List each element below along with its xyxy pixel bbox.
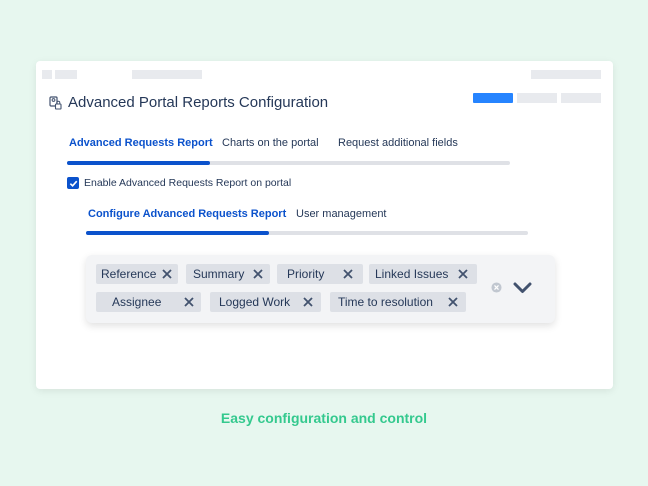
checkmark-icon [69, 180, 77, 187]
report-lock-icon [49, 95, 62, 110]
chip-label: Logged Work [219, 295, 291, 309]
chip-label: Reference [101, 267, 157, 281]
primary-action-button[interactable] [473, 93, 513, 103]
skeleton-bar [132, 70, 202, 79]
chip-priority: Priority [277, 264, 363, 284]
tab-configure-report[interactable]: Configure Advanced Requests Report [88, 208, 286, 220]
close-icon[interactable] [253, 269, 263, 279]
skeleton-bar [55, 70, 77, 79]
chip-label: Assignee [112, 295, 162, 309]
close-icon[interactable] [162, 269, 172, 279]
chip-label: Summary [193, 267, 245, 281]
enable-report-label: Enable Advanced Requests Report on porta… [84, 177, 292, 189]
skeleton-bar [531, 70, 601, 79]
chip-assignee: Assignee [96, 292, 201, 312]
chip-label: Time to resolution [338, 295, 433, 309]
chip-summary: Summary [186, 264, 270, 284]
tab-request-additional-fields[interactable]: Request additional fields [338, 137, 458, 149]
close-icon[interactable] [184, 297, 194, 307]
tab-charts-on-portal[interactable]: Charts on the portal [222, 137, 319, 149]
secondary-action-button[interactable] [561, 93, 601, 103]
chip-label: Linked Issues [375, 267, 449, 281]
close-icon[interactable] [343, 269, 353, 279]
tab-track [67, 161, 510, 165]
page-header: Advanced Portal Reports Configuration [48, 94, 328, 111]
chip-reference: Reference [96, 264, 178, 284]
chevron-down-icon[interactable] [513, 282, 532, 294]
main-tabs: Advanced Requests Report Charts on the p… [67, 137, 510, 165]
tab-user-management[interactable]: User management [296, 208, 387, 220]
sub-tab-track [86, 231, 528, 235]
clear-circle-icon[interactable] [491, 282, 502, 293]
tab-advanced-requests-report[interactable]: Advanced Requests Report [69, 137, 213, 149]
columns-multiselect[interactable]: Reference Summary Priority Linked Issues… [86, 255, 555, 323]
close-icon[interactable] [458, 269, 468, 279]
tagline: Easy configuration and control [220, 410, 428, 426]
enable-report-option: Enable Advanced Requests Report on porta… [67, 177, 291, 189]
secondary-action-button[interactable] [517, 93, 557, 103]
close-icon[interactable] [303, 297, 313, 307]
active-tab-indicator [67, 161, 210, 165]
sub-tabs: Configure Advanced Requests Report User … [86, 208, 528, 235]
close-icon[interactable] [448, 297, 458, 307]
active-sub-tab-indicator [86, 231, 269, 235]
page-title: Advanced Portal Reports Configuration [68, 94, 329, 111]
chip-linked-issues: Linked Issues [369, 264, 477, 284]
enable-report-checkbox[interactable] [67, 177, 79, 189]
chip-logged-work: Logged Work [210, 292, 321, 312]
chip-time-to-resolution: Time to resolution [330, 292, 466, 312]
config-card: Advanced Portal Reports Configuration Ad… [36, 61, 613, 389]
chip-label: Priority [287, 267, 325, 281]
skeleton-bar [42, 70, 52, 79]
